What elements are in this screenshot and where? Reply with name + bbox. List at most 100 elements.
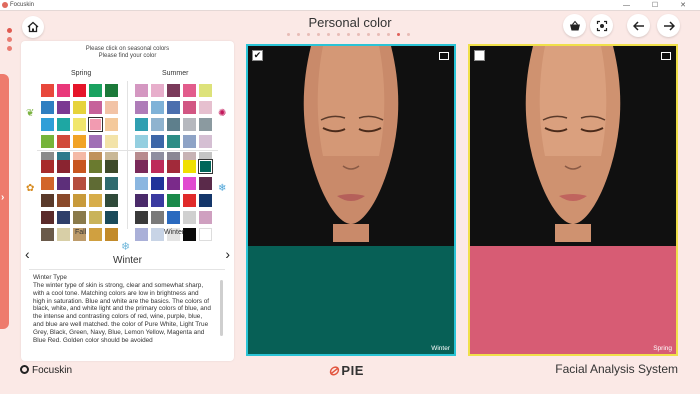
next-button[interactable] — [657, 14, 680, 37]
winter-color-swatch[interactable] — [199, 228, 212, 241]
summer-color-swatch[interactable] — [135, 101, 148, 114]
comparison-panel-right[interactable]: Spring — [468, 44, 678, 356]
select-checkbox[interactable] — [474, 50, 485, 61]
winter-color-swatch[interactable] — [135, 194, 148, 207]
fall-color-swatch[interactable] — [89, 228, 102, 241]
summer-color-swatch[interactable] — [167, 135, 180, 148]
winter-color-swatch[interactable] — [198, 159, 213, 174]
season-description[interactable]: Winter Type The winter type of skin is s… — [29, 269, 225, 355]
fall-color-swatch[interactable] — [105, 194, 118, 207]
winter-color-swatch[interactable] — [151, 177, 164, 190]
winter-color-swatch[interactable] — [199, 194, 212, 207]
summer-color-swatch[interactable] — [183, 118, 196, 131]
spring-color-swatch[interactable] — [57, 135, 70, 148]
fall-color-swatch[interactable] — [41, 211, 54, 224]
summer-color-swatch[interactable] — [199, 118, 212, 131]
winter-color-swatch[interactable] — [167, 177, 180, 190]
winter-color-swatch[interactable] — [183, 177, 196, 190]
summer-color-swatch[interactable] — [183, 135, 196, 148]
spring-color-swatch[interactable] — [57, 84, 70, 97]
summer-color-swatch[interactable] — [151, 135, 164, 148]
winter-color-swatch[interactable] — [199, 211, 212, 224]
spring-color-swatch[interactable] — [89, 135, 102, 148]
spring-color-swatch[interactable] — [73, 135, 86, 148]
spring-color-swatch[interactable] — [89, 101, 102, 114]
winter-color-swatch[interactable] — [135, 160, 148, 173]
summer-color-swatch[interactable] — [199, 84, 212, 97]
spring-color-swatch[interactable] — [73, 101, 86, 114]
summer-color-swatch[interactable] — [199, 135, 212, 148]
comparison-panel-left[interactable]: ✔ Winter — [246, 44, 456, 356]
winter-color-swatch[interactable] — [167, 194, 180, 207]
winter-color-swatch[interactable] — [167, 211, 180, 224]
summer-color-swatch[interactable] — [151, 84, 164, 97]
winter-color-swatch[interactable] — [151, 194, 164, 207]
fall-color-swatch[interactable] — [41, 177, 54, 190]
spring-color-swatch[interactable] — [73, 84, 86, 97]
fall-color-swatch[interactable] — [105, 228, 118, 241]
spring-color-swatch[interactable] — [105, 84, 118, 97]
fall-color-swatch[interactable] — [41, 194, 54, 207]
spring-color-swatch[interactable] — [41, 118, 54, 131]
summer-color-swatch[interactable] — [167, 84, 180, 97]
winter-color-swatch[interactable] — [183, 211, 196, 224]
spring-color-swatch[interactable] — [105, 135, 118, 148]
summer-color-swatch[interactable] — [151, 101, 164, 114]
spring-color-swatch[interactable] — [89, 84, 102, 97]
fall-color-swatch[interactable] — [41, 228, 54, 241]
window-controls[interactable]: — ☐ ✕ — [623, 0, 696, 11]
fall-color-swatch[interactable] — [41, 160, 54, 173]
fall-color-swatch[interactable] — [57, 211, 70, 224]
back-button[interactable] — [627, 14, 650, 37]
summer-color-swatch[interactable] — [183, 84, 196, 97]
spring-color-swatch[interactable] — [73, 118, 86, 131]
summer-color-swatch[interactable] — [167, 101, 180, 114]
fall-color-swatch[interactable] — [57, 177, 70, 190]
summer-color-swatch[interactable] — [135, 118, 148, 131]
summer-color-swatch[interactable] — [199, 101, 212, 114]
description-scrollbar[interactable] — [220, 280, 223, 336]
spring-color-swatch[interactable] — [41, 101, 54, 114]
cart-button[interactable] — [563, 14, 586, 37]
fall-color-swatch[interactable] — [57, 160, 70, 173]
fall-color-swatch[interactable] — [105, 160, 118, 173]
winter-color-swatch[interactable] — [151, 211, 164, 224]
fall-color-swatch[interactable] — [73, 177, 86, 190]
side-drawer-toggle[interactable]: › — [0, 74, 9, 329]
winter-color-swatch[interactable] — [183, 194, 196, 207]
summer-color-swatch[interactable] — [135, 135, 148, 148]
winter-color-swatch[interactable] — [151, 160, 164, 173]
fall-color-swatch[interactable] — [89, 160, 102, 173]
winter-color-swatch[interactable] — [135, 177, 148, 190]
fall-color-swatch[interactable] — [57, 194, 70, 207]
capture-button[interactable] — [590, 14, 613, 37]
winter-color-swatch[interactable] — [183, 160, 196, 173]
fullscreen-icon[interactable] — [661, 52, 671, 60]
fall-color-swatch[interactable] — [73, 160, 86, 173]
select-checkbox[interactable]: ✔ — [252, 50, 263, 61]
fall-color-swatch[interactable] — [73, 211, 86, 224]
spring-color-swatch[interactable] — [105, 101, 118, 114]
winter-color-swatch[interactable] — [183, 228, 196, 241]
winter-color-swatch[interactable] — [199, 177, 212, 190]
fall-color-swatch[interactable] — [89, 194, 102, 207]
summer-color-swatch[interactable] — [135, 84, 148, 97]
spring-color-swatch[interactable] — [88, 117, 103, 132]
winter-color-swatch[interactable] — [135, 228, 148, 241]
summer-color-swatch[interactable] — [151, 118, 164, 131]
winter-color-swatch[interactable] — [151, 228, 164, 241]
fullscreen-icon[interactable] — [439, 52, 449, 60]
summer-color-swatch[interactable] — [167, 118, 180, 131]
fall-color-swatch[interactable] — [57, 228, 70, 241]
winter-color-swatch[interactable] — [167, 160, 180, 173]
summer-color-swatch[interactable] — [183, 101, 196, 114]
fall-color-swatch[interactable] — [105, 177, 118, 190]
fall-color-swatch[interactable] — [73, 194, 86, 207]
spring-color-swatch[interactable] — [57, 101, 70, 114]
winter-color-swatch[interactable] — [135, 211, 148, 224]
spring-color-swatch[interactable] — [41, 135, 54, 148]
spring-color-swatch[interactable] — [105, 118, 118, 131]
spring-color-swatch[interactable] — [41, 84, 54, 97]
fall-color-swatch[interactable] — [89, 211, 102, 224]
spring-color-swatch[interactable] — [57, 118, 70, 131]
